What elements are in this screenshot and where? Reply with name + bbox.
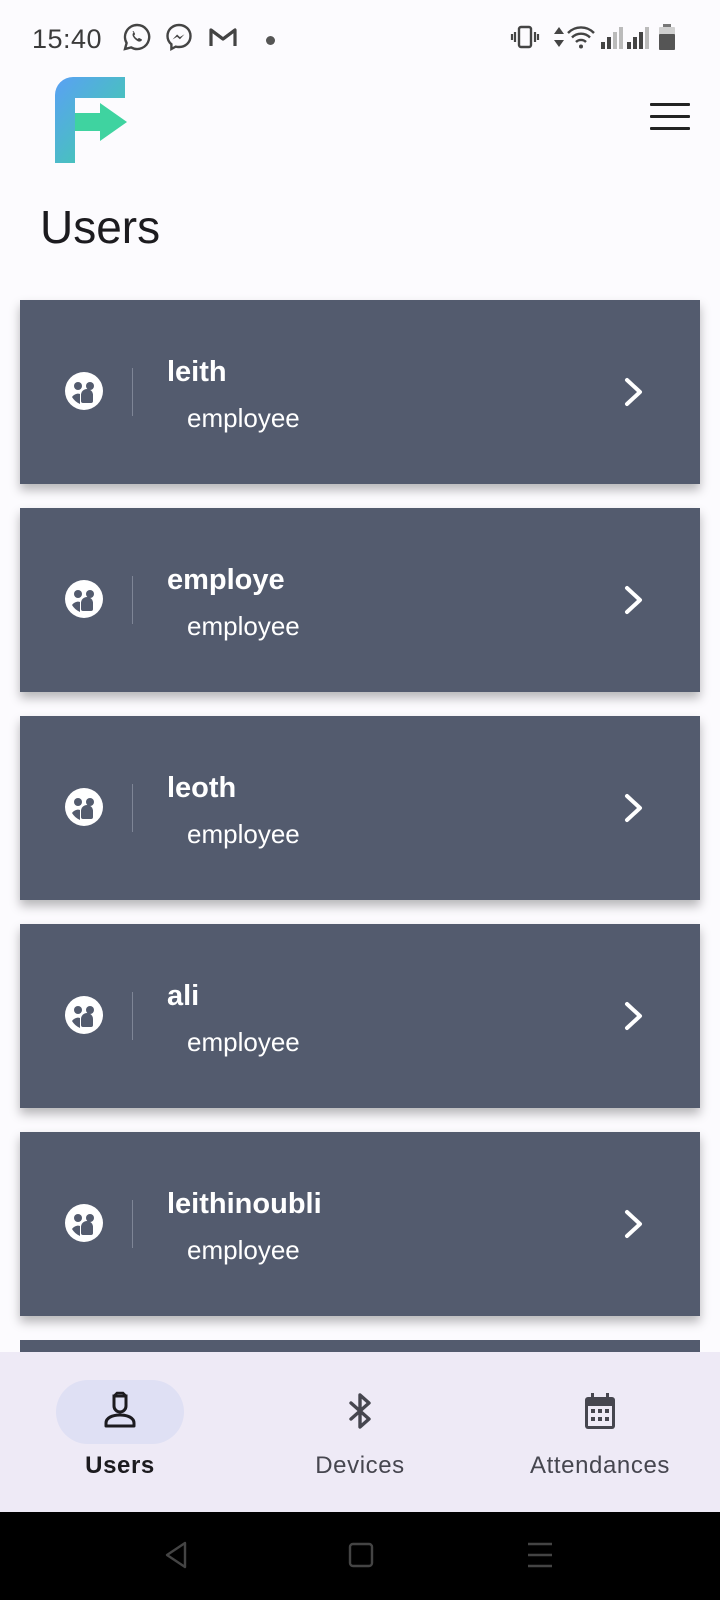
nav-label: Devices [315, 1452, 405, 1479]
battery-icon [659, 24, 675, 50]
system-navigation-bar [0, 1512, 720, 1600]
card-divider [132, 784, 133, 832]
user-role: employee [187, 611, 300, 641]
status-bar: 15:40 [0, 0, 720, 80]
nav-item-devices[interactable]: Devices [240, 1352, 480, 1512]
user-avatar-icon [65, 996, 103, 1034]
card-divider [132, 368, 133, 416]
user-card[interactable]: ali employee [20, 924, 700, 1108]
card-divider [132, 576, 133, 624]
user-name: ali [167, 980, 200, 1012]
user-avatar-icon [65, 580, 103, 618]
home-icon[interactable] [348, 1540, 374, 1570]
user-role: employee [187, 1235, 300, 1265]
chevron-right-icon [625, 1210, 642, 1238]
user-card[interactable]: leith employee [20, 300, 700, 484]
whatsapp-icon [123, 23, 151, 51]
vibrate-icon [510, 25, 540, 49]
user-card[interactable]: leoth employee [20, 716, 700, 900]
user-card[interactable]: leithinoubli employee [20, 1132, 700, 1316]
signal-icon [627, 27, 649, 49]
calendar-icon [585, 1393, 615, 1429]
notification-dot [266, 36, 275, 45]
user-name: leithinoubli [167, 1188, 322, 1220]
user-role: employee [187, 819, 300, 849]
nav-item-users[interactable]: Users [0, 1352, 240, 1512]
chevron-right-icon [625, 1002, 642, 1030]
chevron-right-icon [625, 586, 642, 614]
card-divider [132, 1200, 133, 1248]
bottom-navigation: Users Devices Attendances [0, 1352, 720, 1512]
user-badge-icon [104, 1391, 136, 1428]
chevron-right-icon [625, 378, 642, 406]
user-name: employe [167, 564, 285, 596]
back-icon[interactable] [163, 1540, 189, 1570]
user-avatar-icon [65, 372, 103, 410]
page-title: Users [40, 201, 161, 253]
status-time: 15:40 [32, 24, 103, 54]
user-avatar-icon [65, 1204, 103, 1242]
user-role: employee [187, 403, 300, 433]
app-logo [55, 77, 127, 163]
screen: 15:40 Users leith employee employe emplo… [0, 0, 720, 1600]
bluetooth-icon [349, 1393, 371, 1429]
gmail-icon [209, 28, 237, 46]
data-arrows-icon [554, 27, 564, 47]
wifi-icon [567, 26, 595, 49]
user-list: leith employee employe employee leoth em… [20, 300, 700, 1340]
user-name: leith [167, 356, 227, 388]
nav-item-attendances[interactable]: Attendances [480, 1352, 720, 1512]
messenger-icon [166, 23, 192, 52]
nav-label: Attendances [529, 1452, 671, 1479]
user-role: employee [187, 1027, 300, 1057]
user-avatar-icon [65, 788, 103, 826]
user-name: leoth [167, 772, 237, 804]
chevron-right-icon [625, 794, 642, 822]
card-divider [132, 992, 133, 1040]
recents-icon[interactable] [527, 1540, 553, 1570]
hamburger-menu-icon[interactable] [650, 103, 690, 137]
user-card[interactable]: employe employee [20, 508, 700, 692]
signal-icon [601, 27, 623, 49]
nav-label: Users [85, 1452, 155, 1479]
